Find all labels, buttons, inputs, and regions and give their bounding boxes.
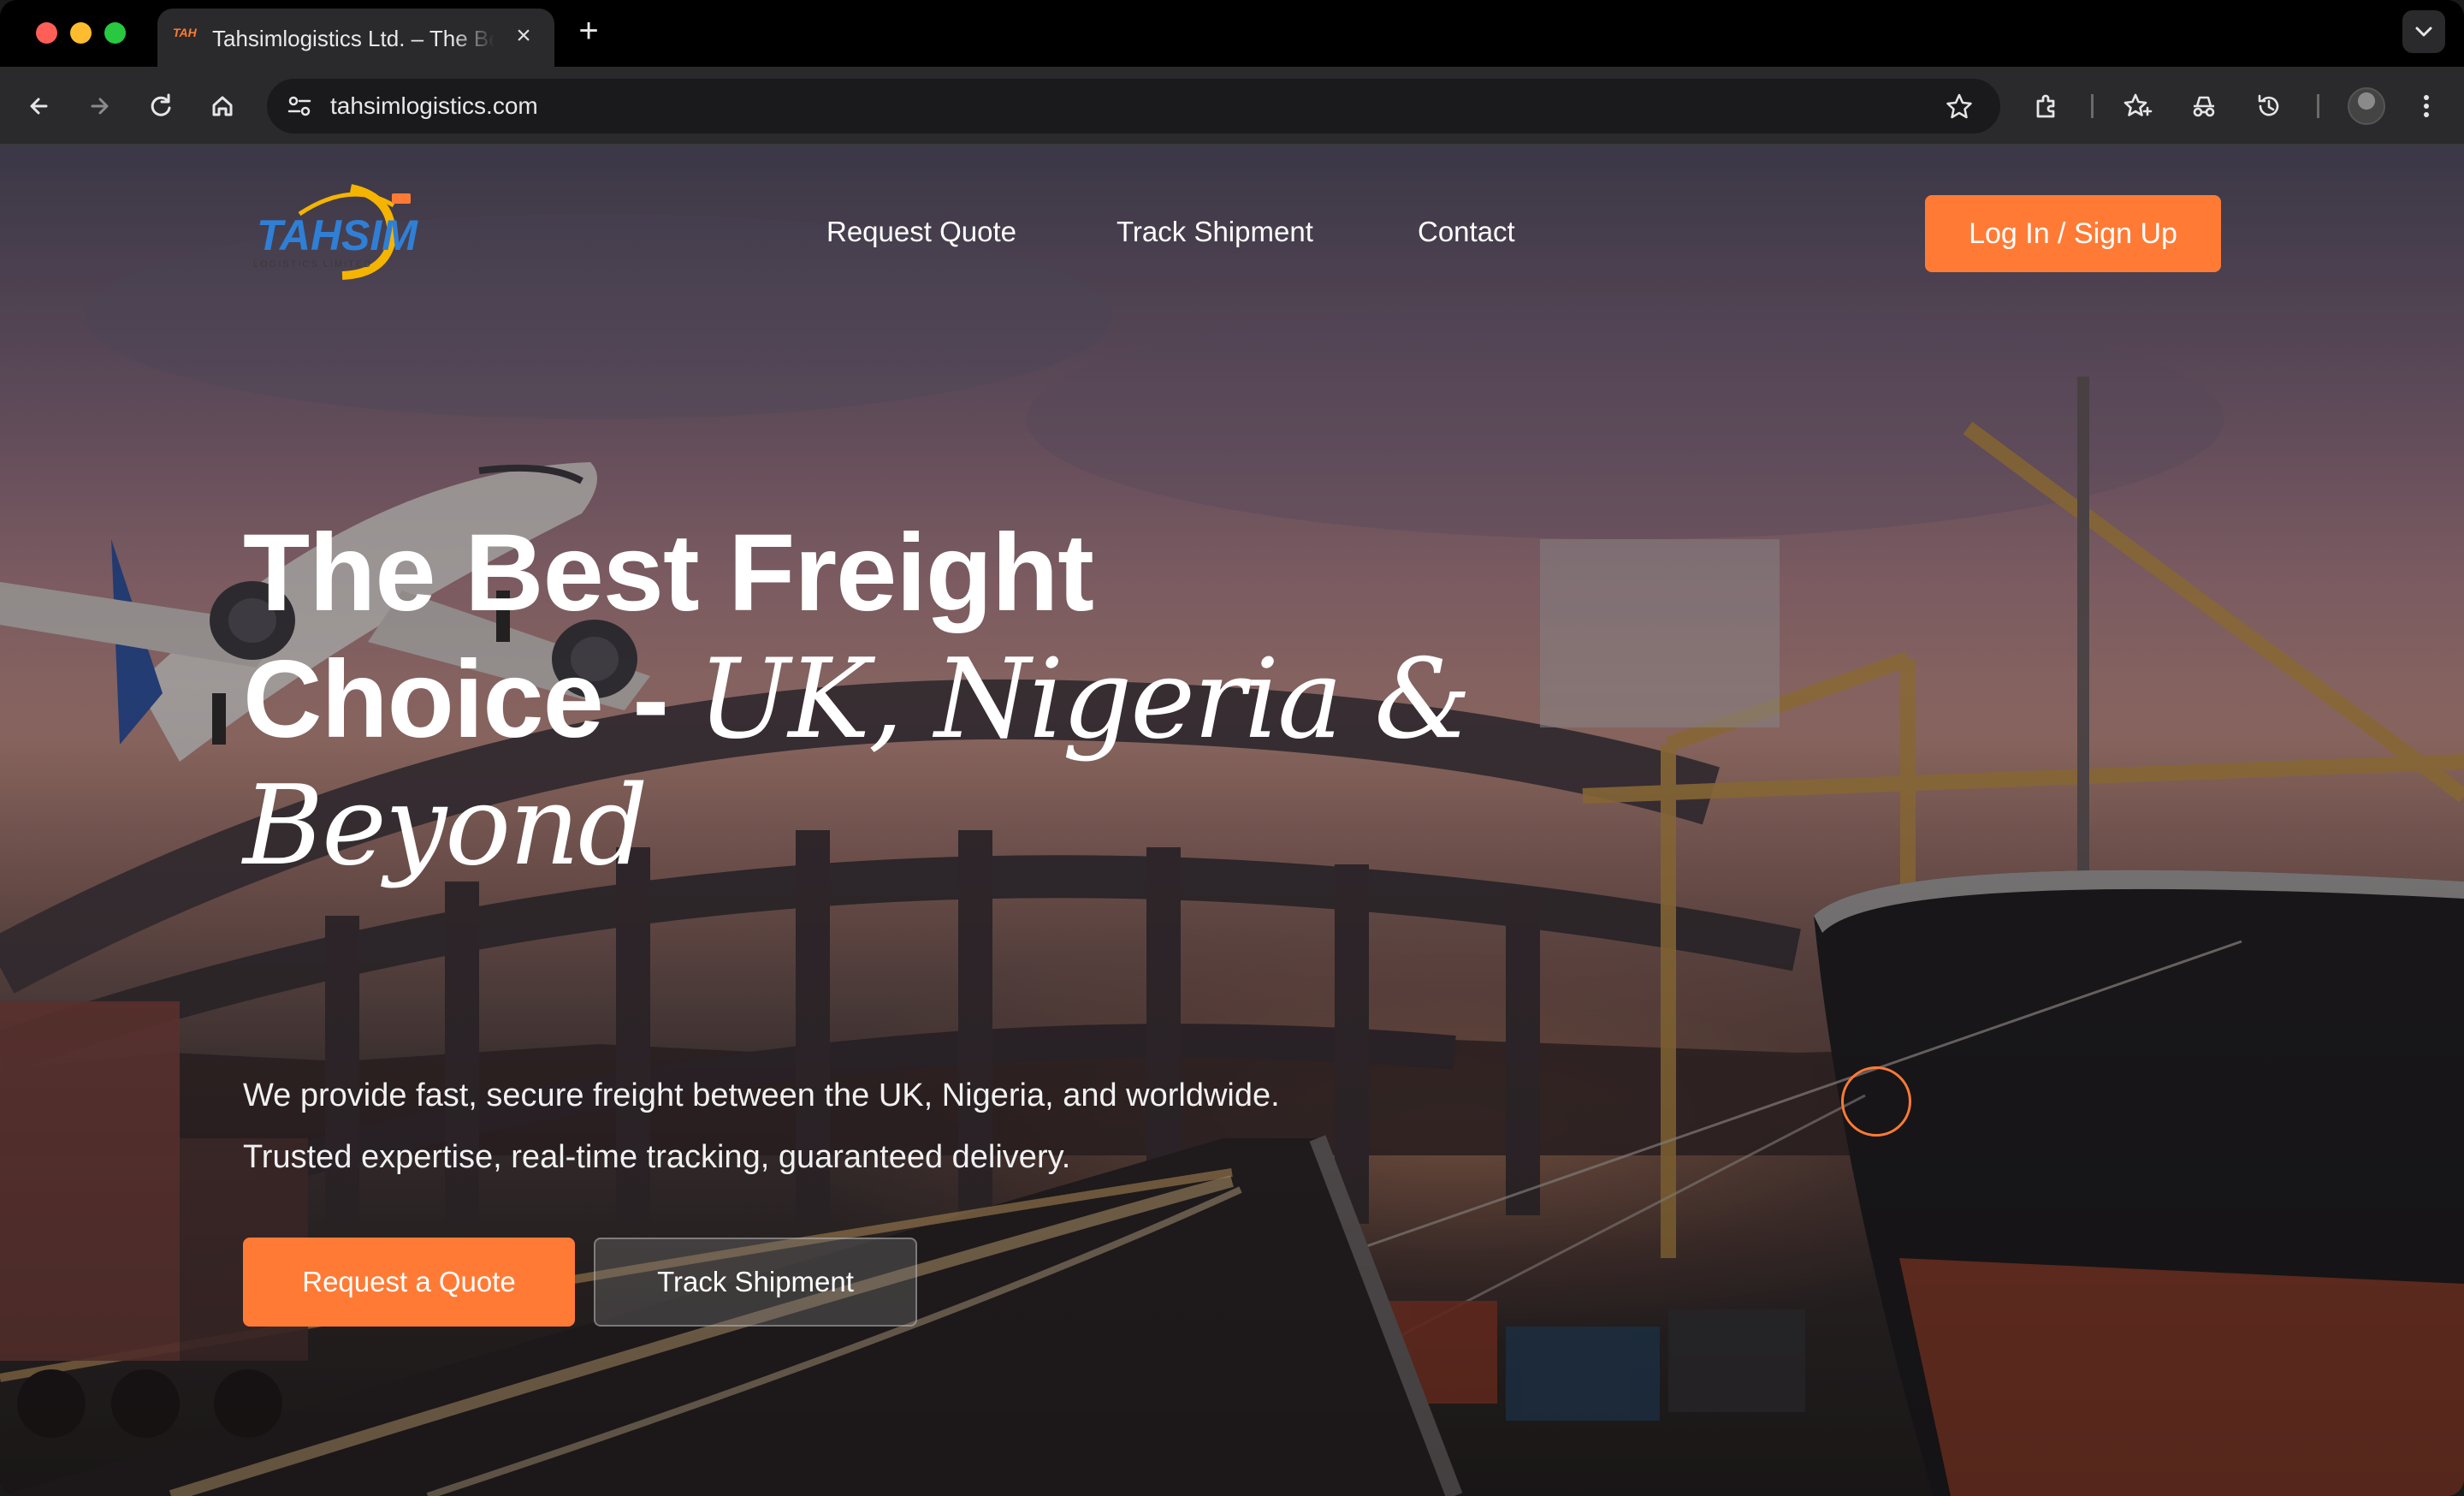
incognito-icon[interactable] — [2185, 87, 2223, 125]
login-signup-button[interactable]: Log In / Sign Up — [1925, 195, 2221, 272]
nav-request-quote[interactable]: Request Quote — [826, 216, 1016, 248]
browser-tab[interactable]: TAH Tahsimlogistics Ltd. – The Best × — [157, 9, 554, 67]
reload-icon[interactable] — [142, 87, 180, 125]
profile-avatar[interactable] — [2348, 87, 2385, 125]
nav-track-shipment[interactable]: Track Shipment — [1116, 216, 1313, 248]
new-tab-button[interactable]: + — [570, 12, 607, 50]
headline-line-3: Beyond — [243, 763, 649, 890]
web-page: TAHSIM LOGISTICS LIMITED Request Quote T… — [0, 145, 2464, 1496]
more-menu-icon[interactable] — [2408, 87, 2445, 125]
chevron-down-icon — [2415, 27, 2432, 37]
headline-plain: Choice - — [243, 638, 698, 761]
request-quote-button[interactable]: Request a Quote — [243, 1238, 575, 1327]
tab-title: Tahsimlogistics Ltd. – The Best — [212, 26, 495, 51]
site-logo[interactable]: TAHSIM LOGISTICS LIMITED — [248, 180, 436, 282]
tab-search-button[interactable] — [2402, 10, 2445, 53]
back-icon[interactable] — [21, 87, 58, 125]
maximize-window-button[interactable] — [104, 22, 126, 44]
favicon-icon: TAH — [173, 26, 197, 39]
hero-subtext-line-1: We provide fast, secure freight between … — [243, 1077, 1280, 1113]
tab-bar: TAH Tahsimlogistics Ltd. – The Best × + — [0, 0, 2464, 67]
favorites-icon[interactable] — [2118, 87, 2156, 125]
track-shipment-button[interactable]: Track Shipment — [594, 1238, 917, 1327]
address-bar[interactable]: tahsimlogistics.com — [267, 79, 2000, 134]
headline-line-1: The Best Freight — [243, 512, 1094, 634]
bookmark-star-icon[interactable] — [1944, 91, 1975, 122]
extensions-icon[interactable] — [2028, 87, 2065, 125]
headline-accent: UK, Nigeria & — [697, 636, 1472, 763]
browser-toolbar: tahsimlogistics.com — [0, 67, 2464, 145]
cursor-indicator — [1841, 1066, 1911, 1137]
svg-text:LOGISTICS LIMITED: LOGISTICS LIMITED — [253, 259, 372, 270]
home-icon[interactable] — [204, 87, 241, 125]
tab-close-icon[interactable]: × — [508, 21, 539, 51]
minimize-window-button[interactable] — [70, 22, 92, 44]
svg-text:TAHSIM: TAHSIM — [257, 211, 418, 259]
hero-subtext-line-2: Trusted expertise, real-time tracking, g… — [243, 1139, 1071, 1175]
history-icon[interactable] — [2250, 87, 2288, 125]
close-window-button[interactable] — [36, 22, 57, 44]
url-text: tahsimlogistics.com — [330, 92, 538, 119]
nav-contact[interactable]: Contact — [1418, 216, 1515, 248]
toolbar-separator — [2091, 94, 2094, 118]
toolbar-separator — [2317, 94, 2319, 118]
hero-subtext: We provide fast, secure freight between … — [243, 1065, 1526, 1188]
hero-headline: The Best Freight Choice - UK, Nigeria & … — [243, 510, 1472, 890]
forward-icon[interactable] — [80, 87, 118, 125]
headline-line-2: Choice - UK, Nigeria & — [243, 637, 1472, 763]
browser-window: TAH Tahsimlogistics Ltd. – The Best × + — [0, 0, 2464, 1496]
site-settings-icon[interactable] — [282, 89, 317, 123]
